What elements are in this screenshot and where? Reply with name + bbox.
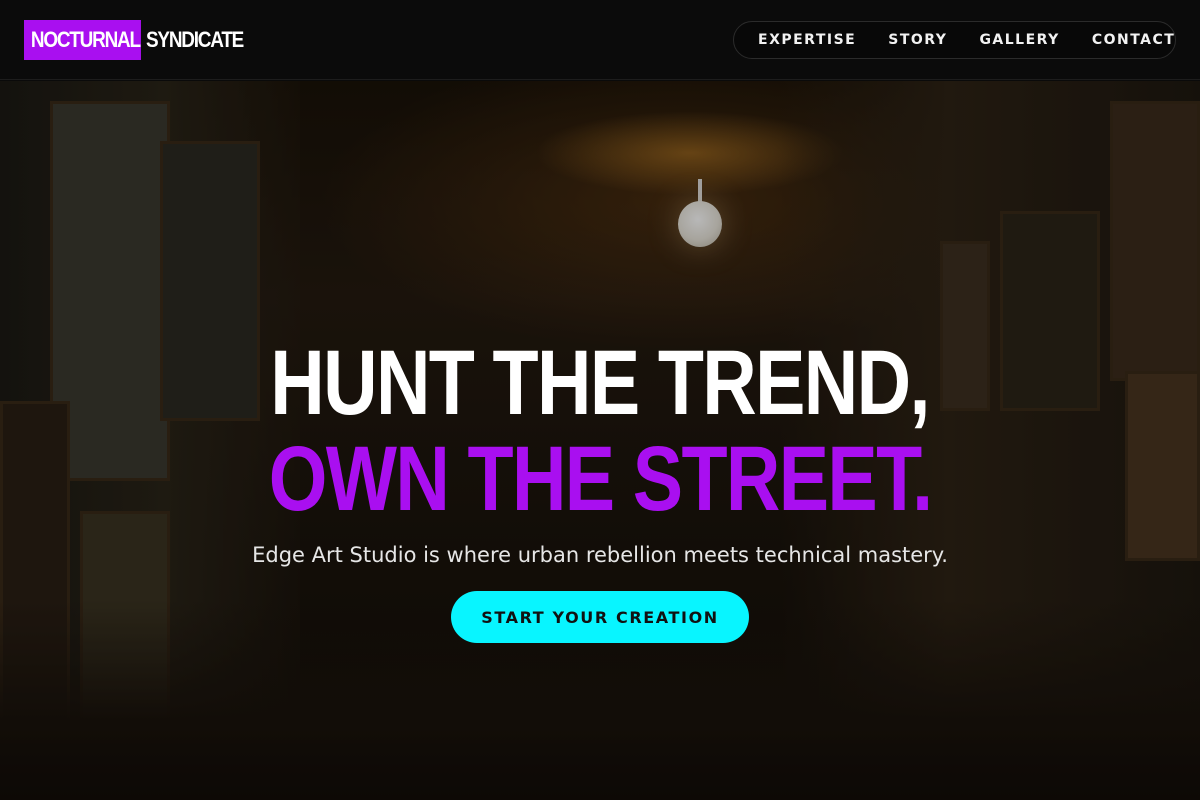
headline-line-1: HUNT THE TREND, [270, 332, 931, 434]
site-header: NOCTURNAL SYNDICATE EXPERTISE STORY GALL… [0, 0, 1200, 80]
start-creation-button[interactable]: START YOUR CREATION [451, 591, 749, 643]
headline-line-2: OWN THE STREET. [268, 428, 933, 530]
hero-headline: HUNT THE TREND, OWN THE STREET. [0, 335, 1200, 527]
nav-item-contact[interactable]: CONTACT [1092, 32, 1176, 48]
logo-text: SYNDICATE [146, 27, 244, 52]
nav-item-expertise[interactable]: EXPERTISE [758, 32, 856, 48]
nav-item-story[interactable]: STORY [888, 32, 947, 48]
brand-logo[interactable]: NOCTURNAL SYNDICATE [24, 20, 259, 60]
hero-section: HUNT THE TREND, OWN THE STREET. Edge Art… [0, 81, 1200, 800]
hero-subheading: Edge Art Studio is where urban rebellion… [252, 543, 948, 567]
main-nav: EXPERTISE STORY GALLERY CONTACT [733, 21, 1176, 59]
logo-highlight: NOCTURNAL [24, 20, 141, 60]
nav-item-gallery[interactable]: GALLERY [979, 32, 1059, 48]
